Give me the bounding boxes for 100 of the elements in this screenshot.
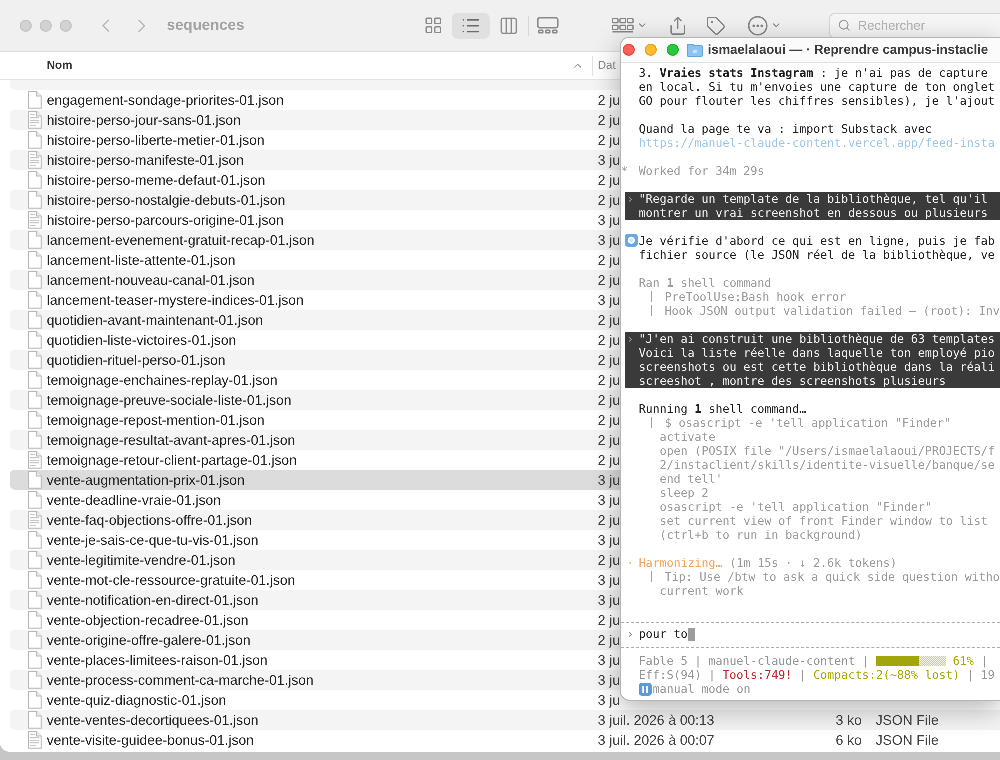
output-text: ⎿ $ osascript -e 'tell application "Finder"	[646, 416, 952, 430]
kind-text: JSON File	[876, 732, 939, 748]
file-row[interactable]: lancement-teaser-mystere-indices-01.json 3 ju	[10, 290, 620, 310]
file-name: vente-je-sais-ce-que-tu-vis-01.json	[47, 532, 259, 548]
cursor-icon	[688, 628, 695, 640]
file-row[interactable]: vente-augmentation-prix-01.json 3 ju	[10, 470, 620, 490]
file-row[interactable]: vente-legitimite-vendre-01.json 2 ju	[10, 550, 620, 570]
date-text: 2 ju	[598, 332, 620, 348]
search-field[interactable]: Rechercher	[829, 12, 1000, 38]
file-row[interactable]: histoire-perso-jour-sans-01.json 2 ju	[10, 110, 620, 130]
file-row[interactable]: temoignage-enchaines-replay-01.json 2 ju	[10, 370, 620, 390]
status-text: Worked for 34m 29s	[638, 164, 765, 178]
file-row[interactable]: lancement-liste-attente-01.json 2 ju	[10, 250, 620, 270]
file-row[interactable]: lancement-nouveau-canal-01.json 2 ju	[10, 270, 620, 290]
date-text: 3 ju	[598, 572, 620, 588]
file-name: lancement-liste-attente-01.json	[47, 252, 236, 268]
prompt-input[interactable]: pour to	[638, 627, 695, 641]
close-button[interactable]	[623, 44, 635, 56]
date-text: 2 ju	[598, 252, 620, 268]
prompt-mark: ›	[627, 627, 634, 641]
file-row[interactable]: vente-process-comment-ca-marche-01.json 3 ju	[10, 670, 620, 690]
file-row[interactable]: engagement-sondage-priorites-01.json 2 ju	[10, 90, 620, 110]
file-row[interactable]: lancement-evenement-gratuit-recap-01.json 3 ju	[10, 230, 620, 250]
date-text: 3 juil. 2026 à 00:07	[598, 732, 715, 748]
file-row[interactable]: vente-quiz-diagnostic-01.json 3 ju	[10, 690, 620, 710]
file-name: quotidien-rituel-perso-01.json	[47, 352, 226, 368]
message-text: Quand la page te va : import Substack avec	[638, 122, 932, 136]
file-name: temoignage-resultat-avant-apres-01.json	[47, 432, 296, 448]
prompt-mark: ›	[627, 192, 634, 206]
file-row[interactable]: temoignage-repost-mention-01.json 2 ju	[10, 410, 620, 430]
file-name: temoignage-enchaines-replay-01.json	[47, 372, 278, 388]
zoom-button[interactable]	[667, 44, 679, 56]
spinner-mark: ·	[627, 556, 634, 570]
file-row[interactable]: histoire-perso-nostalgie-debuts-01.json 2 ju	[10, 190, 620, 210]
file-row[interactable]: temoignage-preuve-sociale-liste-01.json 2 ju	[10, 390, 620, 410]
date-text: 2 ju	[598, 552, 620, 568]
file-row[interactable]: vente-origine-offre-galere-01.json 2 ju	[10, 630, 620, 650]
prompt-mark: ›	[627, 332, 634, 346]
file-row[interactable]: vente-deadline-vraie-01.json 3 ju	[10, 490, 620, 510]
message-text: fichier source (le JSON réel de la bibliothèque, ve	[638, 248, 995, 262]
file-name: lancement-evenement-gratuit-recap-01.json	[47, 232, 315, 248]
columns-icon	[499, 16, 519, 36]
file-row[interactable]: temoignage-resultat-avant-apres-01.json 2 ju	[10, 430, 620, 450]
date-text: 3 ju	[598, 152, 620, 168]
file-name: histoire-perso-manifeste-01.json	[47, 152, 244, 168]
output-text: ⎿ Tip: Use /btw to ask a quick side question witho	[646, 570, 1000, 584]
date-text: 2 ju	[598, 112, 620, 128]
file-row[interactable]: vente-visite-guidee-bonus-01.json 3 juil. 2026 à 00:07 6 ko JSON File	[10, 730, 1000, 750]
file-name: vente-mot-cle-ressource-gratuite-01.json	[47, 572, 296, 588]
date-text: 2 ju	[598, 312, 620, 328]
date-text: 2 ju	[598, 452, 620, 468]
file-row[interactable]: vente-mot-cle-ressource-gratuite-01.json 3 ju	[10, 570, 620, 590]
file-row[interactable]: vente-objection-recadree-01.json 2 ju	[10, 610, 620, 630]
minimize-button[interactable]	[40, 20, 52, 32]
file-row[interactable]: vente-faq-objections-offre-01.json 2 ju	[10, 510, 620, 530]
message-text: Je vérifie d'abord ce qui est en ligne, puis je fab	[638, 234, 995, 248]
file-name: histoire-perso-liberte-metier-01.json	[47, 132, 265, 148]
message-text: Running 1 shell command…	[638, 402, 806, 416]
status-text: Fable 5 | manuel-claude-content |	[638, 654, 870, 668]
file-row[interactable]: histoire-perso-liberte-metier-01.json 2 ju	[10, 130, 620, 150]
file-row[interactable]: quotidien-avant-maintenant-01.json 2 ju	[10, 310, 620, 330]
progress-detail: (1m 15s · ↓ 2.6k tokens)	[730, 556, 898, 570]
date-text: 2 ju	[598, 92, 620, 108]
ellipsis-circle-icon	[748, 16, 768, 36]
file-name: vente-places-limitees-raison-01.json	[47, 652, 268, 668]
file-row[interactable]: histoire-perso-parcours-origine-01.json 3 ju	[10, 210, 620, 230]
gallery-icon	[537, 17, 559, 34]
file-row[interactable]: quotidien-rituel-perso-01.json 2 ju	[10, 350, 620, 370]
column-header[interactable]: Nom	[47, 60, 73, 72]
minimize-button[interactable]	[645, 44, 657, 56]
file-row[interactable]: histoire-perso-meme-defaut-01.json 2 ju	[10, 170, 620, 190]
file-name: histoire-perso-nostalgie-debuts-01.json	[47, 192, 286, 208]
date-text: 2 ju	[598, 412, 620, 428]
file-name: vente-ventes-decortiquees-01.json	[47, 712, 259, 728]
file-row[interactable]: vente-notification-en-direct-01.json 3 ju	[10, 590, 620, 610]
list-view-button[interactable]	[452, 12, 490, 38]
file-row[interactable]: temoignage-retour-client-partage-01.json 2 ju	[10, 450, 620, 470]
size-text: 3 ko	[836, 712, 862, 728]
user-message-text: Voici la liste réelle dans laquelle ton employé pio	[638, 346, 995, 360]
folder-icon	[687, 44, 703, 56]
date-text: 3 ju	[598, 472, 620, 488]
file-name: lancement-teaser-mystere-indices-01.json	[47, 292, 304, 308]
command-text: 2/instaclient/skills/identite-visuelle/banque/se	[660, 458, 995, 472]
status-text: Ran 1 shell command	[638, 276, 772, 290]
date-text: 3 ju	[598, 532, 620, 548]
zoom-button[interactable]	[60, 20, 72, 32]
file-row[interactable]: vente-ventes-decortiquees-01.json 3 juil. 2026 à 00:13 3 ko JSON File	[10, 710, 1000, 730]
file-name: temoignage-preuve-sociale-liste-01.json	[47, 392, 292, 408]
search-icon	[838, 18, 851, 32]
file-row[interactable]: vente-je-sais-ce-que-tu-vis-01.json 3 ju	[10, 530, 620, 550]
file-row[interactable]: histoire-perso-manifeste-01.json 3 ju	[10, 150, 620, 170]
file-row[interactable]: quotidien-liste-victoires-01.json 2 ju	[10, 330, 620, 350]
date-text: 3 ju	[598, 492, 620, 508]
file-name: lancement-nouveau-canal-01.json	[47, 272, 255, 288]
command-text: set current view of front Finder window to list	[660, 514, 988, 528]
file-name: engagement-sondage-priorites-01.json	[47, 92, 284, 108]
status-text: Eff:S(94) |	[638, 668, 716, 682]
date-text: 3 ju	[598, 232, 620, 248]
date-text: 3 ju	[598, 692, 620, 708]
file-row[interactable]: vente-places-limitees-raison-01.json 3 ju	[10, 650, 620, 670]
